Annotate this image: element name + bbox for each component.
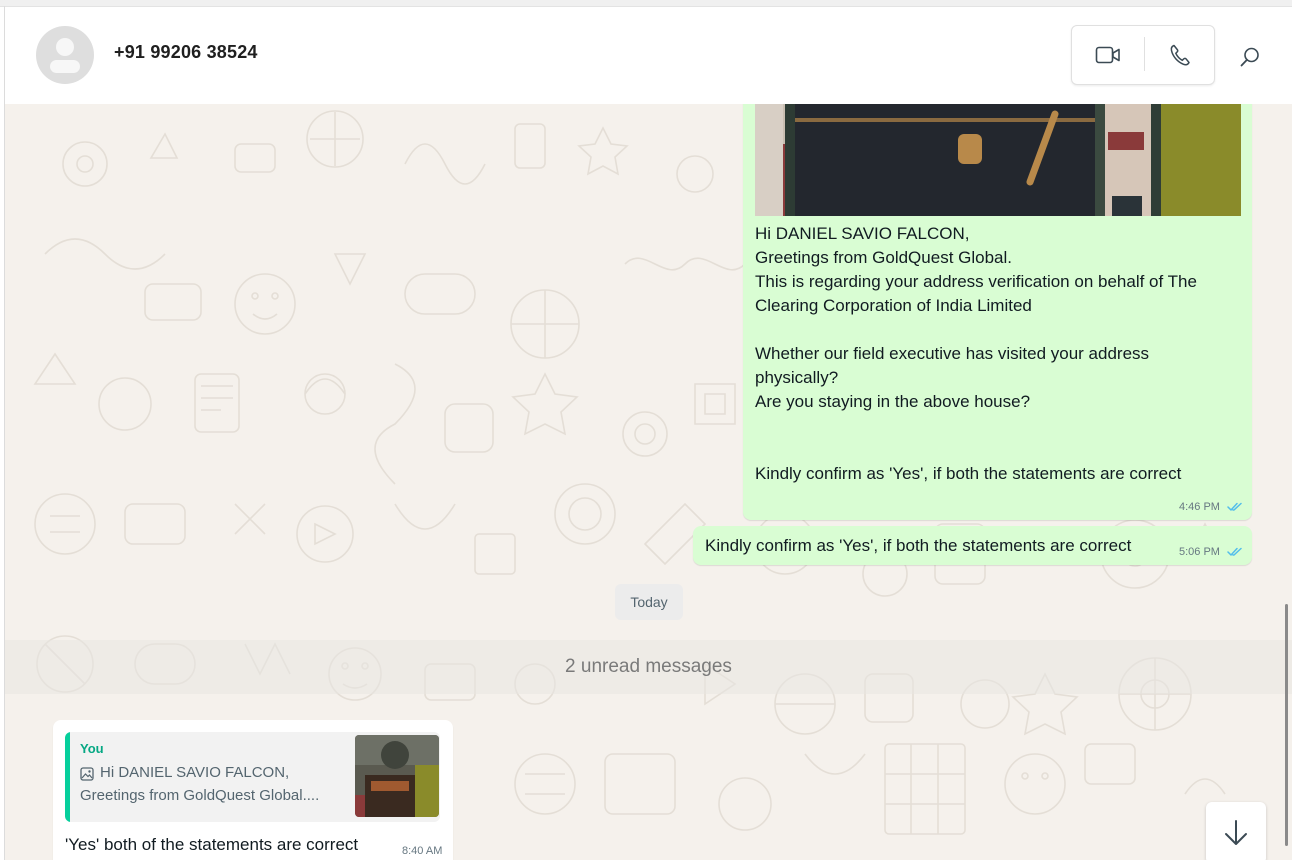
window-top-strip	[0, 0, 1292, 7]
message-line: This is regarding your address verificat…	[755, 272, 1197, 291]
video-call-icon	[1095, 46, 1120, 64]
scrollbar-thumb[interactable]	[1285, 604, 1288, 846]
message-line: Kindly confirm as 'Yes', if both the sta…	[755, 464, 1182, 483]
quoted-image-thumbnail	[355, 735, 439, 817]
quoted-line-1: Hi DANIEL SAVIO FALCON,	[100, 764, 290, 781]
date-divider: Today	[615, 584, 683, 620]
message-timestamp: 4:46 PM	[1179, 501, 1220, 513]
chat-area[interactable]: Hi DANIEL SAVIO FALCON, Greetings from G…	[5, 104, 1292, 860]
quote-accent-bar	[65, 732, 70, 822]
arrow-down-icon	[1225, 820, 1247, 845]
message-timestamp: 8:40 AM	[402, 845, 443, 857]
video-call-button[interactable]	[1086, 40, 1130, 70]
chat-scrollbar[interactable]	[1283, 104, 1292, 860]
message-text-block: Hi DANIEL SAVIO FALCON, Greetings from G…	[755, 222, 1245, 486]
call-group-separator	[1144, 37, 1145, 71]
quoted-line-2: Greetings from GoldQuest Global....	[80, 787, 320, 804]
chat-header: +91 99206 38524	[5, 7, 1292, 105]
contact-avatar[interactable]	[36, 26, 94, 84]
double-check-icon	[1227, 502, 1242, 511]
search-icon	[1240, 47, 1259, 67]
avatar-head	[56, 38, 74, 56]
message-line-blank	[755, 414, 1245, 438]
quoted-message[interactable]: You Hi DANIEL SAVIO FALCON, Greetings fr…	[65, 732, 440, 822]
search-button[interactable]	[1235, 42, 1265, 72]
voice-call-icon	[1170, 44, 1190, 66]
image-icon	[80, 767, 94, 781]
outgoing-message[interactable]: Kindly confirm as 'Yes', if both the sta…	[693, 526, 1252, 565]
message-line: Greetings from GoldQuest Global.	[755, 248, 1013, 267]
message-line: Are you staying in the above house?	[755, 392, 1031, 411]
attached-photo[interactable]	[755, 104, 1241, 216]
quoted-author: You	[80, 741, 104, 756]
unread-messages-banner: 2 unread messages	[565, 656, 732, 677]
avatar-shoulders	[50, 60, 80, 73]
message-text: 'Yes' both of the statements are correct	[65, 835, 359, 854]
message-line: Hi DANIEL SAVIO FALCON,	[755, 224, 970, 243]
message-line: Clearing Corporation of India Limited	[755, 296, 1032, 315]
message-line: physically?	[755, 368, 839, 387]
message-line-blank	[755, 438, 1245, 462]
outgoing-message-with-image[interactable]: Hi DANIEL SAVIO FALCON, Greetings from G…	[743, 104, 1252, 520]
call-buttons-group	[1071, 25, 1215, 85]
voice-call-button[interactable]	[1158, 38, 1202, 72]
incoming-reply-message[interactable]: You Hi DANIEL SAVIO FALCON, Greetings fr…	[53, 720, 453, 860]
message-text: Kindly confirm as 'Yes', if both the sta…	[705, 536, 1132, 555]
message-line-blank	[755, 318, 1245, 342]
message-timestamp: 5:06 PM	[1179, 546, 1220, 558]
message-line: Whether our field executive has visited …	[755, 344, 1150, 363]
scroll-to-bottom-button[interactable]	[1206, 802, 1266, 860]
double-check-icon	[1227, 547, 1242, 556]
contact-name[interactable]: +91 99206 38524	[114, 42, 258, 63]
